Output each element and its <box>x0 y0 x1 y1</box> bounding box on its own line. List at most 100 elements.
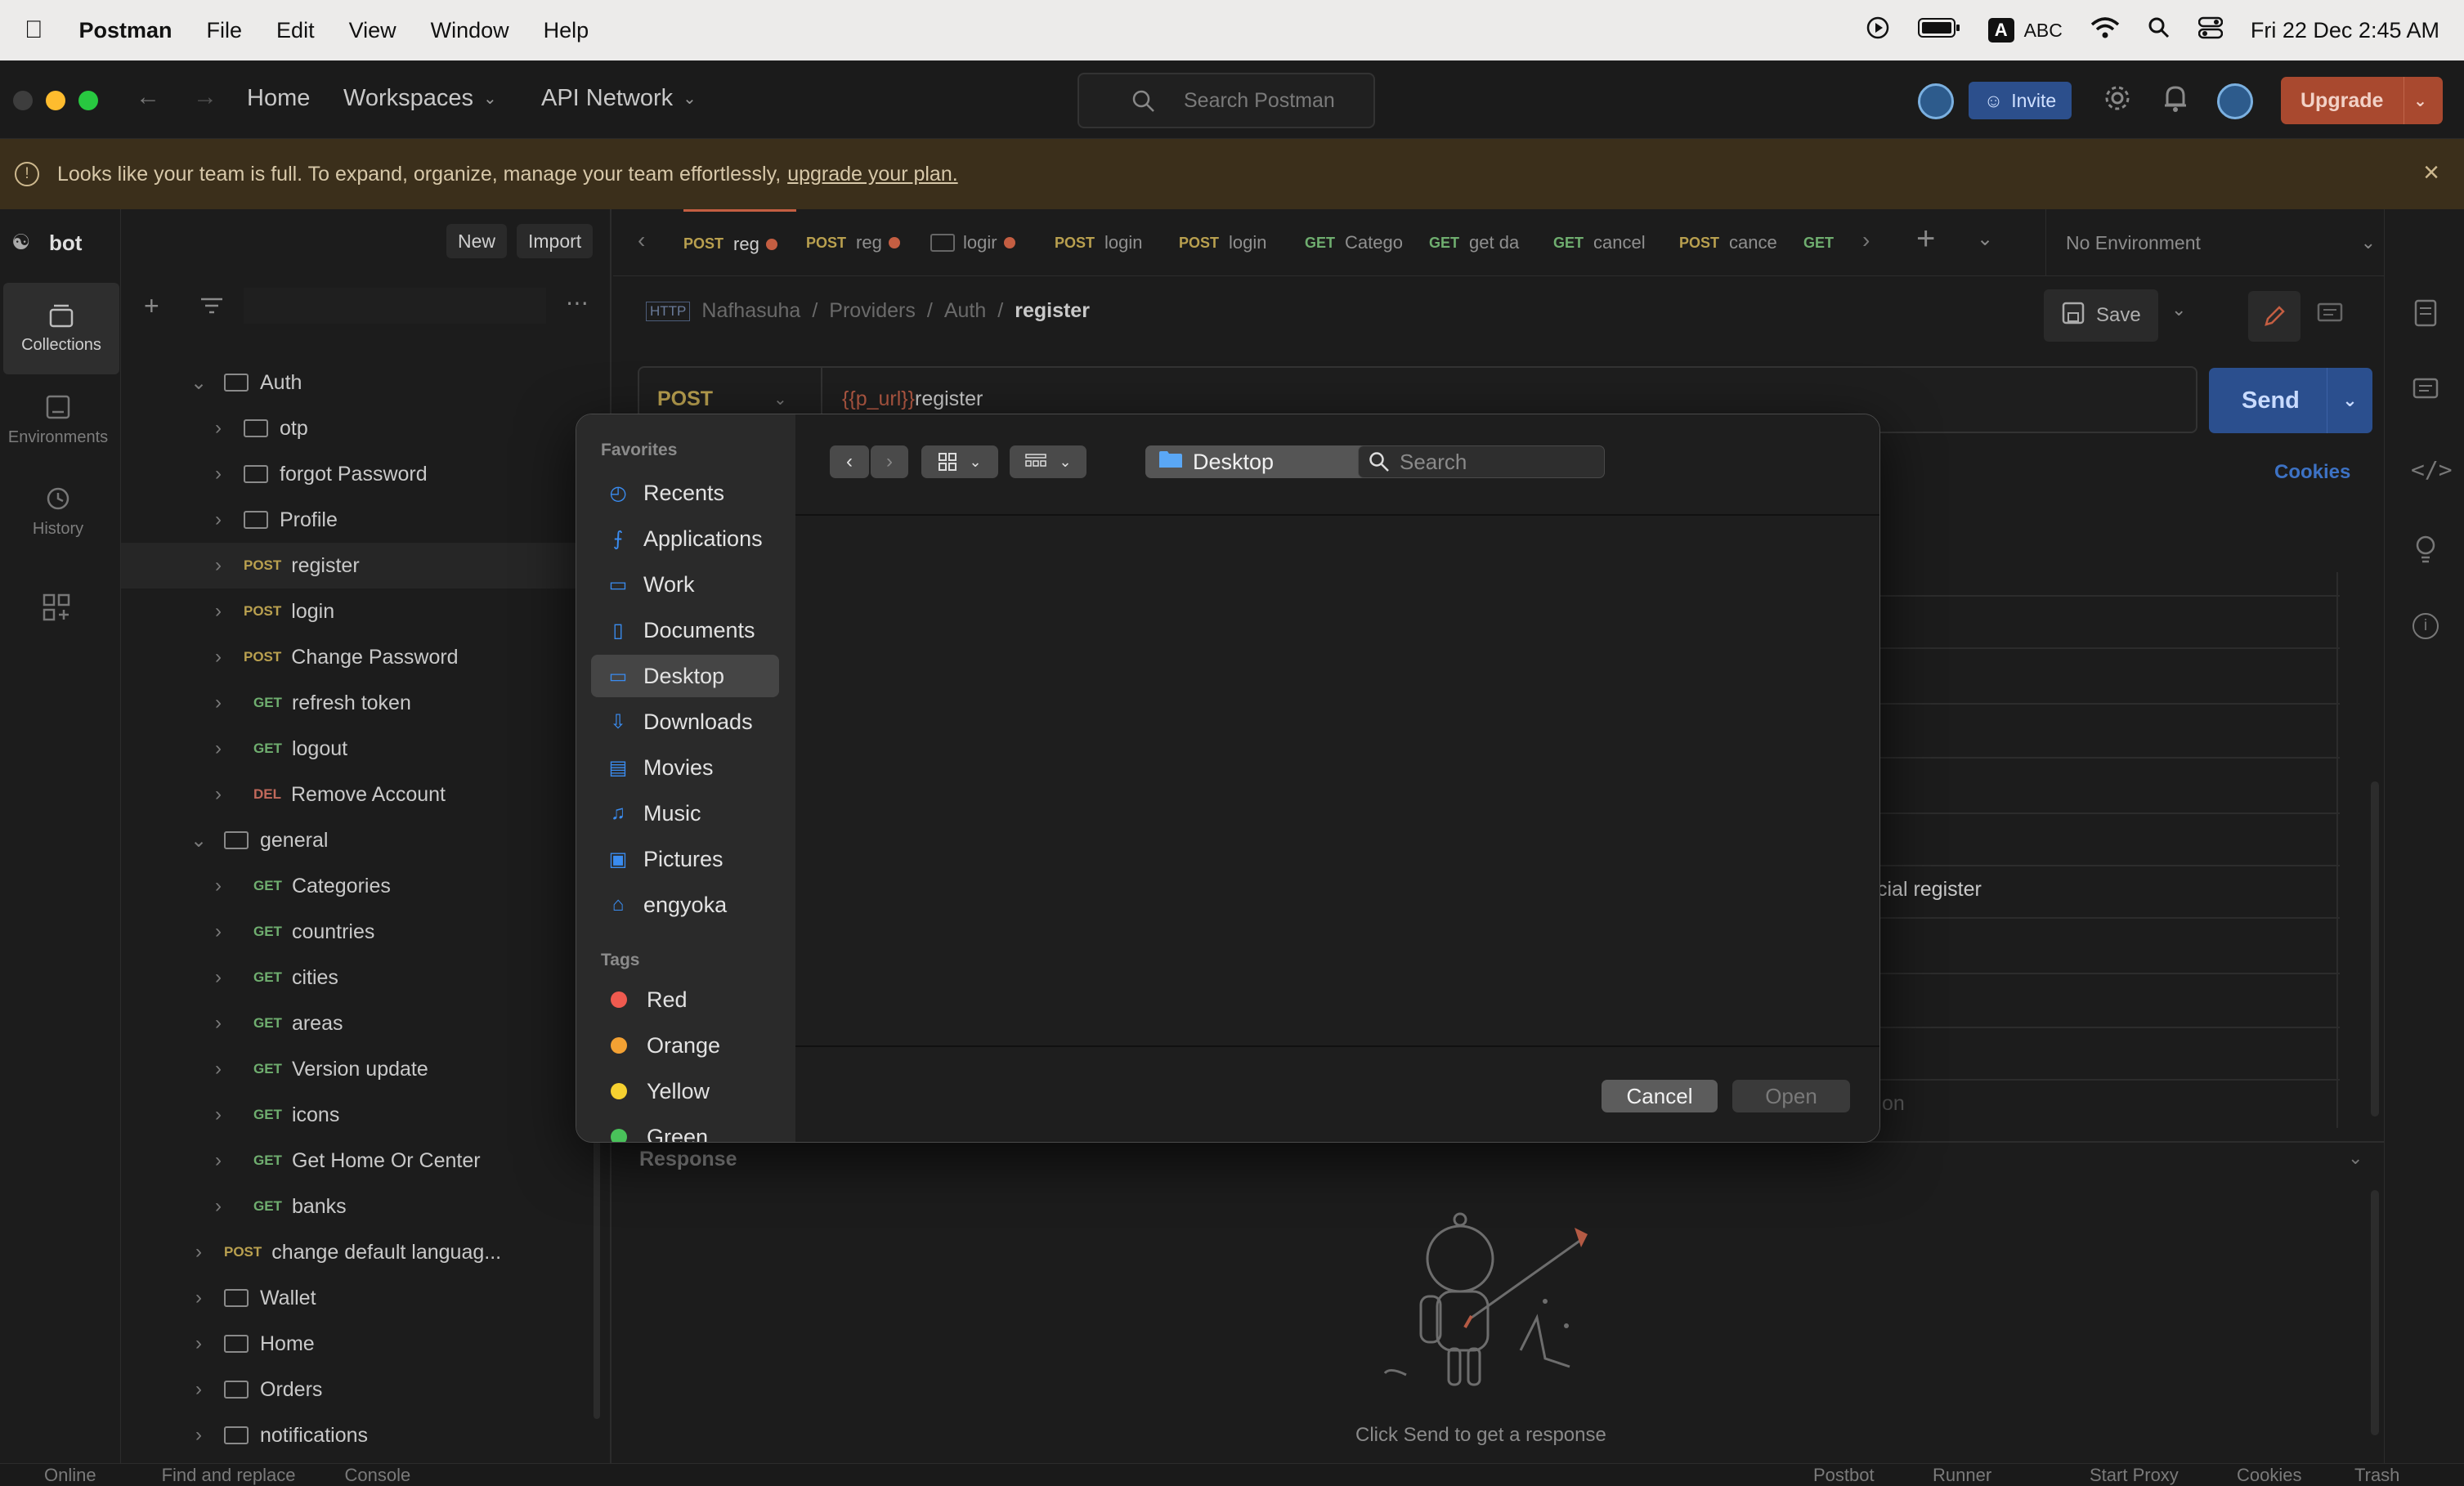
tree-folder[interactable]: › notifications <box>121 1412 612 1458</box>
chevron-right-icon[interactable]: › <box>206 1103 231 1126</box>
configure-workbench-icon[interactable] <box>43 593 70 625</box>
plus-icon[interactable]: + <box>144 291 159 321</box>
chevron-down-icon[interactable]: ⌄ <box>1977 227 1993 251</box>
spotlight-search-icon[interactable] <box>2148 16 2171 45</box>
request-tab[interactable]: GET cancel <box>1553 209 1666 276</box>
chevron-left-icon[interactable]: ‹ <box>638 227 645 253</box>
status-postbot[interactable]: Postbot <box>1813 1465 1875 1486</box>
method-select[interactable]: POST <box>657 387 713 411</box>
close-icon[interactable]: × <box>2423 157 2439 189</box>
forward-arrow-icon[interactable]: → <box>193 83 217 111</box>
nav-api-network[interactable]: API Network ⌄ <box>541 85 697 112</box>
chevron-right-icon[interactable]: › <box>206 920 231 943</box>
workspace-name[interactable]: bot <box>49 231 82 256</box>
tree-request[interactable]: › GET Categories <box>121 863 612 909</box>
import-button[interactable]: Import <box>517 224 594 258</box>
more-options-icon[interactable]: ⋯ <box>566 289 589 316</box>
request-tab[interactable]: GET <box>1803 209 1849 276</box>
response-scrollbar[interactable] <box>2371 1190 2379 1435</box>
file-browser-area[interactable] <box>795 516 1879 1049</box>
menu-file[interactable]: File <box>207 18 243 43</box>
status-find-replace[interactable]: Find and replace <box>162 1465 296 1486</box>
new-button[interactable]: New <box>446 224 508 258</box>
documentation-icon[interactable] <box>2414 299 2437 331</box>
chevron-right-icon[interactable]: › <box>206 463 231 486</box>
favorite-item[interactable]: ▭ Desktop <box>591 655 779 697</box>
battery-icon[interactable] <box>1917 17 1960 44</box>
chevron-right-icon[interactable]: › <box>186 1424 211 1447</box>
window-minimize-button[interactable] <box>46 91 65 110</box>
control-center-icon[interactable] <box>2197 16 2224 45</box>
lightbulb-icon[interactable] <box>2414 535 2437 568</box>
url-input[interactable]: {{p_url}} register <box>842 387 983 411</box>
menubar-clock[interactable]: Fri 22 Dec 2:45 AM <box>2251 18 2439 43</box>
chevron-right-icon[interactable]: › <box>186 1241 211 1264</box>
chevron-right-icon[interactable]: › <box>186 1332 211 1355</box>
request-tab[interactable]: POST login <box>1055 209 1167 276</box>
send-button[interactable]: Send ⌄ <box>2209 368 2372 433</box>
new-tab-plus-icon[interactable]: + <box>1916 221 1935 257</box>
chevron-right-icon[interactable]: › <box>206 1195 231 1218</box>
request-tab[interactable]: POST login <box>1179 209 1292 276</box>
tree-request[interactable]: › POST register <box>121 543 612 589</box>
input-source[interactable]: A ABC <box>1987 18 2063 43</box>
request-tab[interactable]: POST reg <box>806 209 919 276</box>
request-tab[interactable]: GET Catego <box>1305 209 1418 276</box>
tree-request[interactable]: › GET cities <box>121 955 612 1000</box>
favorite-item[interactable]: ⨍ Applications <box>591 517 779 560</box>
dialog-search-field[interactable]: Search <box>1358 445 1605 478</box>
status-online[interactable]: Online <box>44 1465 96 1486</box>
view-mode-button[interactable]: ⌄ <box>921 445 998 478</box>
tree-request[interactable]: › GET banks <box>121 1184 612 1229</box>
tree-request[interactable]: › GET logout <box>121 726 612 772</box>
tag-item[interactable]: Green <box>591 1116 779 1142</box>
play-icon[interactable] <box>1866 16 1890 46</box>
favorite-item[interactable]: ▯ Documents <box>591 609 779 651</box>
chevron-right-icon[interactable]: › <box>206 1012 231 1035</box>
search-postman-input[interactable]: Search Postman <box>1077 73 1375 128</box>
chevron-down-icon[interactable]: ⌄ <box>186 829 211 853</box>
chevron-right-icon[interactable]: › <box>206 508 231 531</box>
chevron-down-icon[interactable]: ⌄ <box>773 389 787 410</box>
menu-app-name[interactable]: Postman <box>79 18 172 43</box>
tree-request[interactable]: › GET refresh token <box>121 680 612 726</box>
tree-request[interactable]: › GET Version update <box>121 1046 612 1092</box>
chevron-down-icon[interactable]: ⌄ <box>2171 299 2186 320</box>
comment-icon[interactable] <box>2412 378 2439 408</box>
tree-folder[interactable]: › Orders <box>121 1367 612 1412</box>
menu-window[interactable]: Window <box>431 18 509 43</box>
menu-edit[interactable]: Edit <box>276 18 315 43</box>
back-arrow-icon[interactable]: ← <box>136 83 160 111</box>
chevron-right-icon[interactable]: › <box>186 1287 211 1309</box>
notifications-bell-icon[interactable] <box>2163 83 2188 117</box>
tag-item[interactable]: Orange <box>591 1024 779 1067</box>
breadcrumb-item[interactable]: Providers <box>829 299 916 323</box>
nav-environments[interactable]: Environments <box>0 374 116 466</box>
chevron-right-icon[interactable]: › <box>206 646 231 669</box>
open-button[interactable]: Open <box>1732 1080 1850 1112</box>
cookies-link[interactable]: Cookies <box>2274 461 2350 484</box>
tree-folder[interactable]: › otp <box>121 405 612 451</box>
table-cell-text[interactable]: cial register <box>1877 878 1982 902</box>
status-runner[interactable]: Runner <box>1933 1465 1991 1486</box>
favorite-item[interactable]: ◴ Recents <box>591 472 779 514</box>
status-start-proxy[interactable]: Start Proxy <box>2090 1465 2179 1486</box>
tree-request[interactable]: › GET countries <box>121 909 612 955</box>
favorite-item[interactable]: ▣ Pictures <box>591 838 779 880</box>
group-by-button[interactable]: ⌄ <box>1010 445 1086 478</box>
menu-help[interactable]: Help <box>544 18 589 43</box>
tree-folder[interactable]: ⌄ Auth <box>121 360 612 405</box>
upgrade-button[interactable]: Upgrade ⌄ <box>2281 77 2443 124</box>
comments-icon[interactable] <box>2317 302 2343 331</box>
favorite-item[interactable]: ⇩ Downloads <box>591 700 779 743</box>
favorite-item[interactable]: ♫ Music <box>591 792 779 835</box>
apple-icon[interactable]:  <box>25 16 43 44</box>
tree-request[interactable]: › GET areas <box>121 1000 612 1046</box>
back-button[interactable]: ‹ <box>830 445 869 478</box>
status-console[interactable]: Console <box>344 1465 410 1486</box>
tag-item[interactable]: Red <box>591 978 779 1021</box>
breadcrumb-item[interactable]: Auth <box>944 299 986 323</box>
chevron-right-icon[interactable]: › <box>206 783 231 806</box>
request-tab[interactable]: POST cance <box>1679 209 1792 276</box>
tree-request[interactable]: › POST change default languag... <box>121 1229 612 1275</box>
